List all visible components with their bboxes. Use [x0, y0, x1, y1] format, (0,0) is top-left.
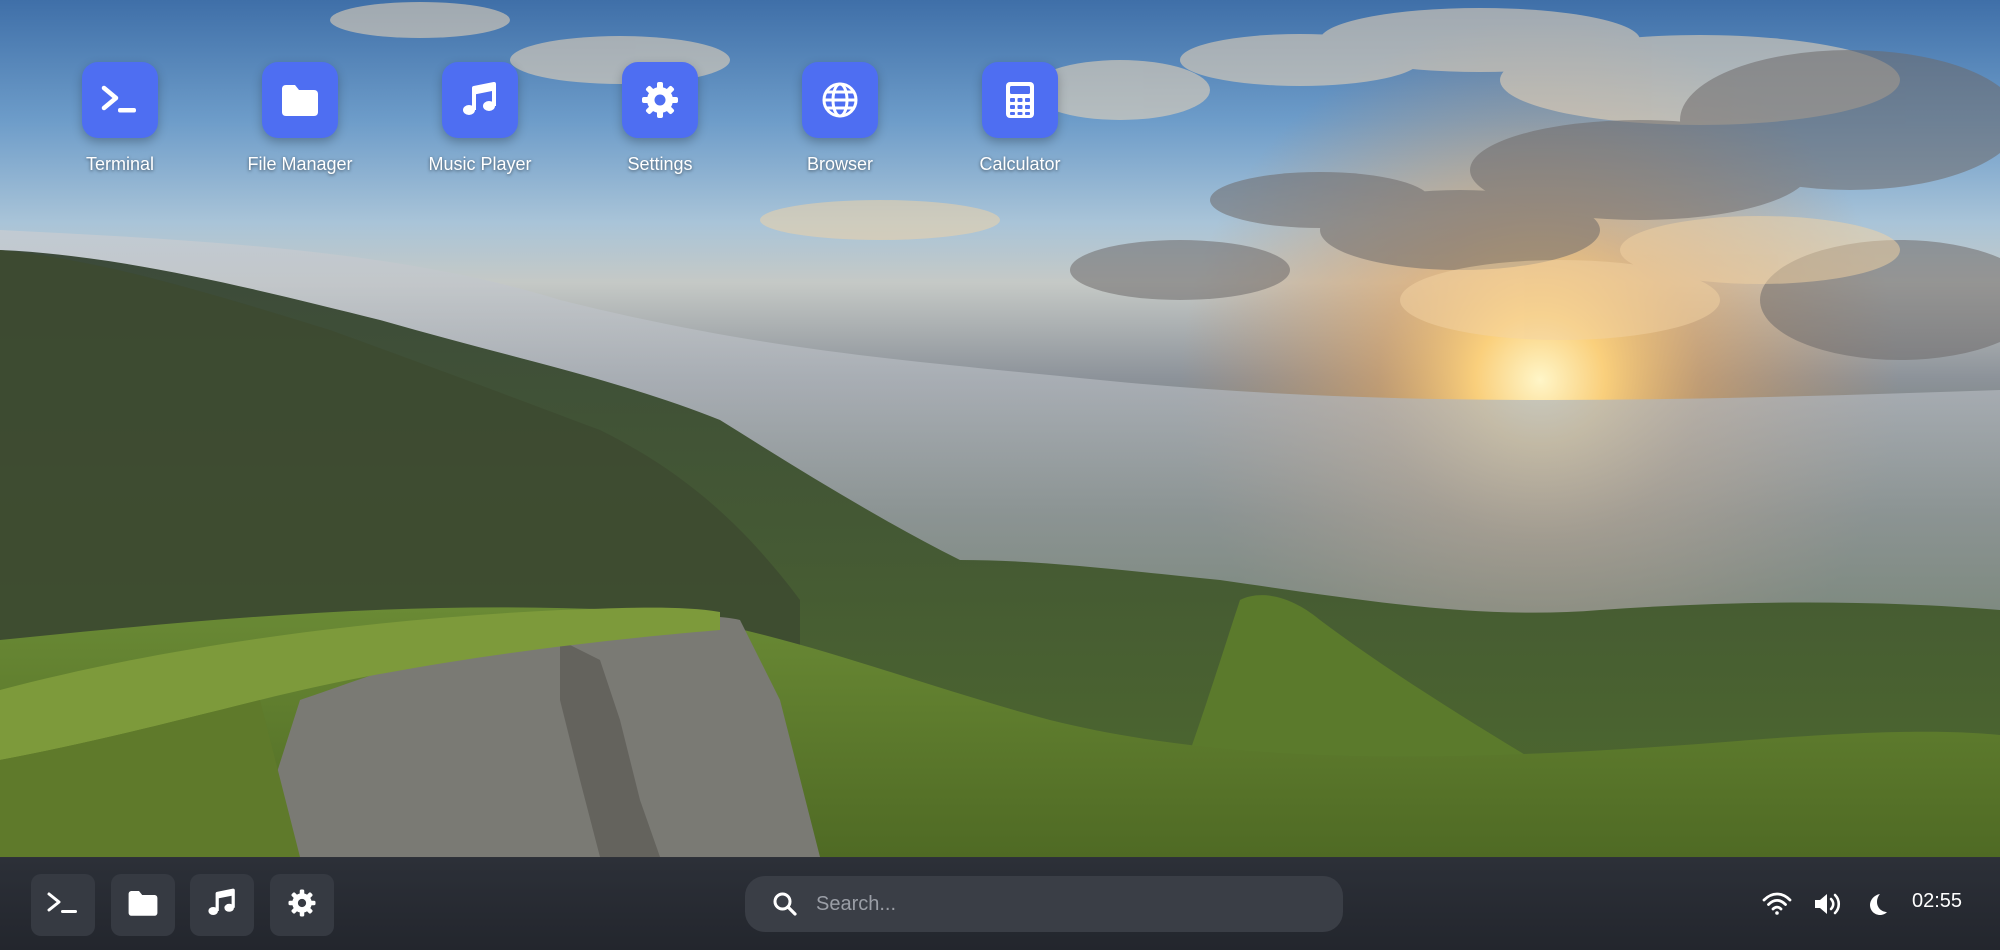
- search-input[interactable]: [814, 891, 1343, 917]
- taskbar-settings-button[interactable]: [270, 874, 334, 936]
- taskbar-music-player-button[interactable]: [190, 874, 254, 936]
- music-note-icon[interactable]: [442, 62, 518, 138]
- terminal-icon: [46, 888, 80, 923]
- desktop-app-music-player[interactable]: Music Player: [405, 62, 555, 175]
- desktop-app-browser[interactable]: Browser: [765, 62, 915, 175]
- desktop-app-settings[interactable]: Settings: [585, 62, 735, 175]
- taskbar-search[interactable]: [745, 876, 1343, 932]
- desktop-app-label: Terminal: [85, 154, 155, 174]
- folder-icon[interactable]: [262, 62, 338, 138]
- gear-icon: [287, 888, 317, 923]
- desktop-app-calculator[interactable]: Calculator: [945, 62, 1095, 175]
- desktop-app-file-manager[interactable]: File Manager: [225, 62, 375, 175]
- calculator-icon[interactable]: [982, 62, 1058, 138]
- moon-icon[interactable]: [1862, 890, 1892, 918]
- desktop-app-grid: Terminal File Manager Music Player Setti…: [0, 0, 2000, 200]
- clock: 02:55: [1912, 890, 1963, 912]
- taskbar-terminal-button[interactable]: [31, 874, 95, 936]
- desktop-app-terminal[interactable]: Terminal: [45, 62, 195, 175]
- globe-icon[interactable]: [802, 62, 878, 138]
- music-note-icon: [206, 887, 238, 924]
- taskbar-file-manager-button[interactable]: [111, 874, 175, 936]
- terminal-icon[interactable]: [82, 62, 158, 138]
- desktop-app-label: File Manager: [247, 154, 353, 174]
- volume-icon[interactable]: [1813, 890, 1843, 918]
- desktop-app-label: Music Player: [428, 154, 532, 174]
- wifi-icon[interactable]: [1762, 890, 1792, 918]
- desktop-app-label: Calculator: [979, 154, 1061, 174]
- desktop: Terminal File Manager Music Player Setti…: [0, 0, 2000, 857]
- taskbar: 02:55: [0, 857, 2000, 950]
- folder-icon: [127, 889, 159, 922]
- desktop-app-label: Browser: [806, 154, 873, 174]
- search-icon: [772, 891, 798, 917]
- desktop-app-label: Settings: [627, 154, 693, 174]
- gear-icon[interactable]: [622, 62, 698, 138]
